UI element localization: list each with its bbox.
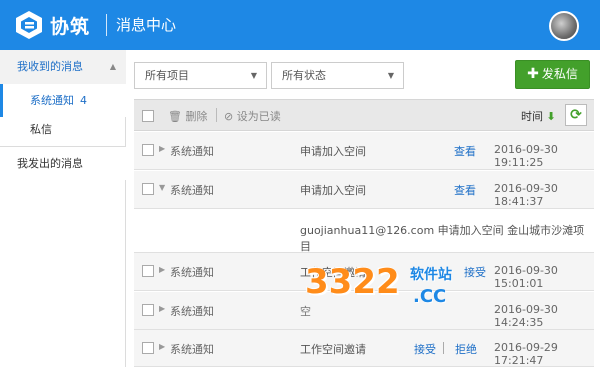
message-date: 2016-09-30 19:11:25 [494, 143, 558, 169]
reject-link[interactable]: 拒绝 [455, 341, 477, 357]
action-divider [443, 342, 444, 354]
message-subject: 申请加入空间 [300, 184, 366, 197]
toolbar-divider [216, 108, 217, 122]
project-filter-select[interactable]: 所有项目 ▼ [134, 62, 267, 89]
watermark-site: 软件站 [410, 267, 452, 283]
message-type: 系统通知 [170, 266, 214, 279]
user-avatar[interactable] [549, 11, 579, 41]
message-type: 系统通知 [170, 343, 214, 356]
row-checkbox[interactable] [142, 304, 154, 316]
chevron-right-icon[interactable]: ▶ [159, 265, 165, 274]
chevron-down-icon: ▼ [387, 71, 394, 80]
chevron-right-icon[interactable]: ▶ [159, 304, 165, 313]
table-row[interactable]: ▶ 系统通知 工作空间邀请 接受 拒绝 2016-09-29 17:21:47 [134, 330, 594, 367]
status-filter-select[interactable]: 所有状态 ▼ [271, 62, 404, 89]
delete-button[interactable]: 🗑 删除 [168, 108, 207, 124]
message-date: 2016-09-29 17:21:47 [494, 341, 558, 367]
plus-icon: ✚ [527, 66, 539, 82]
row-checkbox[interactable] [142, 183, 154, 195]
mark-as-read-button[interactable]: ⊘ 设为已读 [224, 108, 281, 124]
delete-label: 删除 [185, 110, 208, 123]
arrow-down-icon: ⬇ [546, 110, 556, 123]
message-subject: 申请加入空间 [300, 145, 366, 158]
sidebar-item-private-message[interactable]: 私信 [0, 113, 126, 146]
message-type: 系统通知 [170, 184, 214, 197]
message-date: 2016-09-30 15:01:01 [494, 264, 558, 290]
watermark-number: 3322 [305, 262, 400, 302]
page-title: 消息中心 [116, 16, 177, 34]
message-date: 2016-09-30 14:24:35 [494, 303, 558, 329]
message-detail-text: guojianhua11@126.com 申请加入空间 金山城市沙滩项目 [300, 224, 585, 253]
new-private-message-button[interactable]: ✚ 发私信 [515, 60, 590, 89]
refresh-icon: ⟳ [570, 107, 582, 123]
row-checkbox[interactable] [142, 265, 154, 277]
project-filter-value: 所有项目 [145, 69, 189, 82]
header-divider [106, 14, 107, 36]
message-date: 2016-09-30 18:41:37 [494, 182, 558, 208]
sidebar-group-sent[interactable]: 我发出的消息 [0, 146, 126, 180]
message-type: 系统通知 [170, 305, 214, 318]
sort-by-time-label: 时间 [521, 110, 543, 123]
brand-name: 协筑 [50, 16, 91, 38]
message-type: 系统通知 [170, 145, 214, 158]
new-private-message-label: 发私信 [541, 67, 578, 81]
sort-by-time-button[interactable]: 时间 ⬇ [521, 108, 556, 124]
table-row[interactable]: ▶ 系统通知 申请加入空间 查看 2016-09-30 19:11:25 [134, 132, 594, 170]
top-bar: 协筑 消息中心 [0, 0, 600, 50]
select-all-checkbox[interactable] [142, 110, 154, 122]
row-checkbox[interactable] [142, 144, 154, 156]
chevron-down-icon[interactable]: ▼ [159, 183, 165, 192]
view-link[interactable]: 查看 [454, 143, 476, 159]
message-toolbar: 🗑 删除 ⊘ 设为已读 时间 ⬇ ⟳ [134, 99, 594, 131]
app-logo-icon [16, 11, 42, 39]
message-subject: 工作空间邀请 [300, 343, 366, 356]
status-filter-value: 所有状态 [282, 69, 326, 82]
unread-count-badge: 4 [80, 94, 87, 107]
row-checkbox[interactable] [142, 342, 154, 354]
chevron-right-icon[interactable]: ▶ [159, 144, 165, 153]
message-detail: guojianhua11@126.com 申请加入空间 金山城市沙滩项目 [134, 209, 594, 253]
sidebar-group-received[interactable]: 我收到的消息 ▲ [0, 50, 126, 84]
eye-off-icon: ⊘ [224, 110, 234, 123]
accept-link[interactable]: 接受 [464, 264, 486, 280]
chevron-up-icon: ▲ [109, 62, 116, 71]
accept-link[interactable]: 接受 [414, 341, 436, 357]
chevron-right-icon[interactable]: ▶ [159, 342, 165, 351]
view-link[interactable]: 查看 [454, 182, 476, 198]
refresh-button[interactable]: ⟳ [565, 104, 587, 126]
sidebar-group-sent-label: 我发出的消息 [17, 157, 83, 170]
sidebar-group-received-label: 我收到的消息 [17, 60, 83, 73]
site-watermark: 3322 软件站 .CC [305, 262, 455, 312]
mark-as-read-label: 设为已读 [236, 110, 281, 123]
watermark-domain: .CC [413, 286, 447, 307]
sidebar: 我收到的消息 ▲ 系统通知 4 私信 我发出的消息 [0, 50, 126, 367]
trash-icon: 🗑 [168, 110, 182, 123]
sidebar-item-label: 私信 [30, 123, 52, 136]
sidebar-item-label: 系统通知 [30, 94, 74, 107]
table-row[interactable]: ▼ 系统通知 申请加入空间 查看 2016-09-30 18:41:37 [134, 171, 594, 209]
chevron-down-icon: ▼ [250, 71, 257, 80]
